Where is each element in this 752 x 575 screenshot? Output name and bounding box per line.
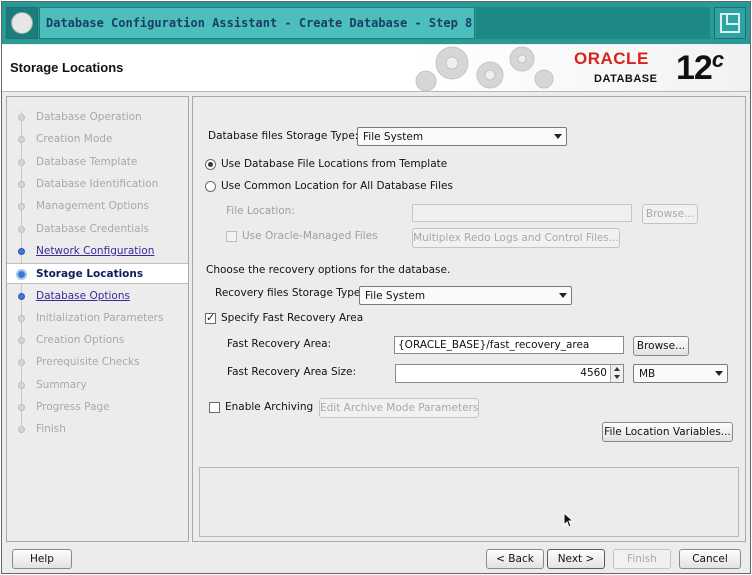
file-location-browse-button[interactable]: Browse... (642, 204, 698, 224)
step-indicator-icon (18, 203, 25, 210)
step-label[interactable]: Database Options (36, 290, 130, 302)
storage-locations-panel: Database files Storage Type: File System… (192, 96, 746, 542)
step-label: Progress Page (36, 401, 110, 413)
db-storage-type-select[interactable]: File System (357, 127, 567, 146)
page-title: Storage Locations (10, 60, 124, 75)
step-storage-locations: Storage Locations (7, 263, 188, 284)
file-location-input[interactable] (412, 204, 632, 222)
file-location-variables-button[interactable]: File Location Variables... (602, 422, 733, 442)
oracle-product: DATABASE (594, 73, 658, 85)
step-indicator-icon (18, 226, 25, 233)
step-database-operation: Database Operation (7, 107, 188, 128)
radio-common-label: Use Common Location for All Database Fil… (221, 180, 453, 192)
recovery-intro-text: Choose the recovery options for the data… (206, 264, 451, 276)
radio-template-locations[interactable] (205, 159, 216, 170)
step-indicator-icon (18, 404, 25, 411)
version-logo: 12c (676, 47, 724, 87)
chevron-down-icon (554, 134, 562, 139)
step-label: Database Operation (36, 111, 142, 123)
db-storage-type-label: Database files Storage Type: (208, 130, 359, 142)
chevron-down-icon (559, 293, 567, 298)
dbca-window: Database Configuration Assistant - Creat… (1, 1, 751, 574)
oracle-managed-checkbox[interactable] (226, 231, 237, 242)
radio-common-location[interactable] (205, 181, 216, 192)
step-label: Database Identification (36, 178, 159, 190)
window-title: Database Configuration Assistant - Creat… (46, 16, 516, 30)
step-summary: Summary (7, 375, 188, 396)
step-indicator-icon (18, 315, 25, 322)
step-label: Finish (36, 423, 66, 435)
step-network-configuration[interactable]: Network Configuration (7, 241, 188, 262)
step-indicator-icon (18, 114, 25, 121)
step-label: Prerequisite Checks (36, 356, 140, 368)
step-label: Management Options (36, 200, 150, 212)
spinner-arrows-icon[interactable] (610, 365, 623, 382)
finish-button[interactable]: Finish (613, 549, 671, 569)
step-prerequisite-checks: Prerequisite Checks (7, 352, 188, 373)
step-database-options[interactable]: Database Options (7, 286, 188, 307)
help-button[interactable]: Help (12, 549, 72, 569)
fra-browse-button[interactable]: Browse... (633, 336, 689, 356)
fra-size-unit-select[interactable]: MB (633, 364, 728, 383)
step-label: Database Template (36, 156, 138, 168)
step-label: Creation Options (36, 334, 125, 346)
step-management-options: Management Options (7, 196, 188, 217)
enable-archiving-label: Enable Archiving (225, 401, 314, 413)
title-panel: Database Configuration Assistant - Creat… (39, 7, 516, 39)
step-indicator-icon (18, 159, 25, 166)
maximize-icon[interactable] (714, 7, 746, 39)
gears-decoration-icon (415, 46, 554, 92)
oracle-logo: ORACLE DATABASE (574, 49, 674, 89)
message-area (199, 467, 739, 537)
step-indicator-icon (18, 293, 25, 300)
step-database-template: Database Template (7, 152, 188, 173)
step-progress-page: Progress Page (7, 397, 188, 418)
step-indicator-icon (18, 426, 25, 433)
specify-fra-label: Specify Fast Recovery Area (221, 312, 364, 324)
multiplex-button[interactable]: Multiplex Redo Logs and Control Files... (412, 228, 620, 248)
step-indicator-icon (16, 269, 27, 280)
page-header: Storage Locations ORACLE DATABASE 12c (2, 45, 750, 92)
specify-fra-checkbox[interactable] (205, 311, 216, 324)
title-bar: Database Configuration Assistant - Creat… (2, 2, 750, 44)
mouse-cursor-icon (563, 512, 575, 528)
edit-archive-mode-button[interactable]: Edit Archive Mode Parameters (319, 398, 479, 418)
file-location-label: File Location: (226, 205, 295, 217)
step-indicator-icon (18, 248, 25, 255)
step-indicator-icon (18, 359, 25, 366)
step-database-identification: Database Identification (7, 174, 188, 195)
recovery-storage-type-select[interactable]: File System (359, 286, 572, 305)
oracle-managed-label: Use Oracle-Managed Files (242, 230, 378, 242)
cancel-button[interactable]: Cancel (679, 549, 741, 569)
step-label: Initialization Parameters (36, 312, 164, 324)
fra-size-label: Fast Recovery Area Size: (227, 366, 357, 378)
radio-template-label: Use Database File Locations from Templat… (221, 158, 448, 170)
chevron-down-icon (715, 371, 723, 376)
step-indicator-icon (18, 136, 25, 143)
step-finish: Finish (7, 419, 188, 440)
back-button[interactable]: < Back (486, 549, 544, 569)
step-indicator-icon (18, 382, 25, 389)
step-initialization-parameters: Initialization Parameters (7, 308, 188, 329)
step-label: Creation Mode (36, 133, 113, 145)
window-menu-icon[interactable] (6, 7, 38, 39)
step-indicator-icon (18, 181, 25, 188)
step-indicator-icon (18, 337, 25, 344)
fra-size-spinner[interactable]: 4560 (395, 364, 624, 383)
step-label: Summary (36, 379, 87, 391)
steps-sidebar: Database Operation Creation Mode Database … (6, 96, 189, 542)
step-label: Storage Locations (36, 268, 144, 280)
fra-input[interactable]: {ORACLE_BASE}/fast_recovery_area (394, 336, 624, 354)
step-label: Database Credentials (36, 223, 149, 235)
step-creation-mode: Creation Mode (7, 129, 188, 150)
enable-archiving-checkbox[interactable] (209, 402, 220, 413)
fra-label: Fast Recovery Area: (227, 338, 332, 350)
step-label[interactable]: Network Configuration (36, 245, 154, 257)
recovery-storage-type-label: Recovery files Storage Type: (215, 287, 364, 299)
step-database-credentials: Database Credentials (7, 219, 188, 240)
next-button[interactable]: Next > (547, 549, 605, 569)
oracle-brand: ORACLE (574, 49, 649, 68)
step-creation-options: Creation Options (7, 330, 188, 351)
